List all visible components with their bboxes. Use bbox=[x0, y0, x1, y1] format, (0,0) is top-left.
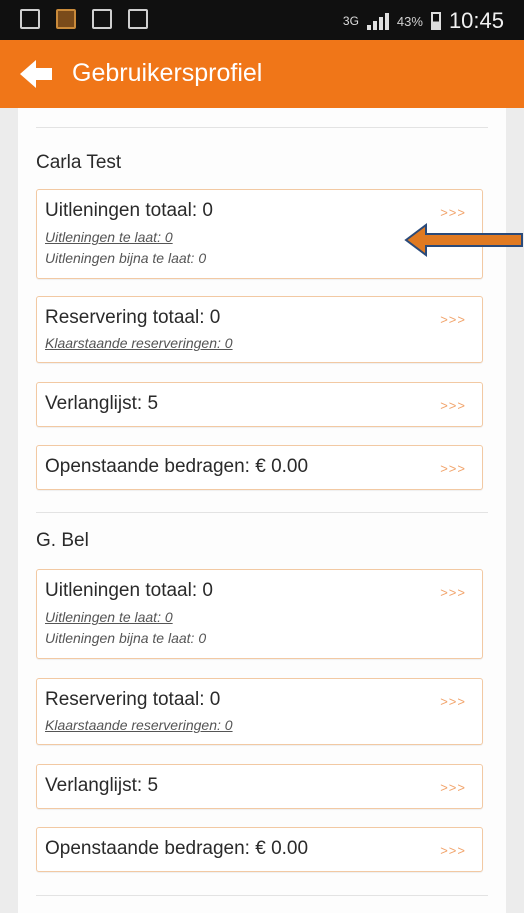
outstanding-card[interactable]: Openstaande bedragen: € 0.00 >>> bbox=[36, 827, 483, 872]
outstanding-amount: Openstaande bedragen: € 0.00 bbox=[45, 456, 309, 477]
more-chevron-icon: >>> bbox=[440, 461, 466, 476]
wishlist-card[interactable]: Verlanglijst: 5 >>> bbox=[36, 382, 483, 427]
loans-almost-late: Uitleningen bijna te laat: 0 bbox=[45, 630, 207, 646]
reservations-ready-link[interactable]: Klaarstaande reserveringen: 0 bbox=[45, 717, 233, 733]
more-chevron-icon: >>> bbox=[440, 312, 466, 327]
more-chevron-icon: >>> bbox=[440, 585, 466, 600]
battery-icon bbox=[430, 12, 441, 30]
reservations-total: Reservering totaal: 0 bbox=[45, 689, 221, 710]
signal-icon bbox=[366, 12, 389, 30]
reservations-card[interactable]: Reservering totaal: 0 Klaarstaande reser… bbox=[36, 296, 483, 363]
back-arrow-icon bbox=[20, 60, 52, 88]
loans-total: Uitleningen totaal: 0 bbox=[45, 200, 213, 221]
battery-percentage: 43% bbox=[396, 13, 423, 29]
page-title: Gebruikersprofiel bbox=[72, 59, 263, 87]
loans-almost-late: Uitleningen bijna te laat: 0 bbox=[45, 250, 207, 266]
loans-late-link[interactable]: Uitleningen te laat: 0 bbox=[45, 229, 173, 245]
more-chevron-icon: >>> bbox=[440, 694, 466, 709]
more-chevron-icon: >>> bbox=[440, 205, 466, 220]
user-name: Carla Test bbox=[36, 152, 122, 173]
gallery-icon bbox=[20, 9, 40, 29]
back-button[interactable] bbox=[20, 58, 54, 90]
loans-total: Uitleningen totaal: 0 bbox=[45, 580, 213, 601]
loans-late-link[interactable]: Uitleningen te laat: 0 bbox=[45, 609, 173, 625]
loans-card[interactable]: Uitleningen totaal: 0 Uitleningen te laa… bbox=[36, 569, 483, 659]
network-type: 3G bbox=[342, 14, 359, 28]
user-name: G. Bel bbox=[36, 530, 89, 551]
app-bar: Gebruikersprofiel bbox=[0, 40, 524, 108]
outstanding-card[interactable]: Openstaande bedragen: € 0.00 >>> bbox=[36, 445, 483, 490]
wishlist-count: Verlanglijst: 5 bbox=[45, 393, 159, 414]
more-chevron-icon: >>> bbox=[440, 843, 466, 858]
app-notification-icon bbox=[56, 9, 76, 29]
camera-icon bbox=[128, 9, 148, 29]
reservations-ready-link[interactable]: Klaarstaande reserveringen: 0 bbox=[45, 335, 233, 351]
wishlist-card[interactable]: Verlanglijst: 5 >>> bbox=[36, 764, 483, 809]
annotation-arrow-icon bbox=[404, 223, 523, 257]
divider bbox=[36, 895, 488, 896]
divider bbox=[36, 512, 488, 513]
reservations-total: Reservering totaal: 0 bbox=[45, 307, 221, 328]
reservations-card[interactable]: Reservering totaal: 0 Klaarstaande reser… bbox=[36, 678, 483, 745]
notification-icons bbox=[20, 9, 148, 29]
outstanding-amount: Openstaande bedragen: € 0.00 bbox=[45, 838, 309, 859]
more-chevron-icon: >>> bbox=[440, 398, 466, 413]
document-icon bbox=[92, 9, 112, 29]
status-bar: 3G 43% 10:45 bbox=[0, 0, 524, 40]
more-chevron-icon: >>> bbox=[440, 780, 466, 795]
wishlist-count: Verlanglijst: 5 bbox=[45, 775, 159, 796]
divider bbox=[36, 127, 488, 128]
clock: 10:45 bbox=[448, 8, 504, 33]
